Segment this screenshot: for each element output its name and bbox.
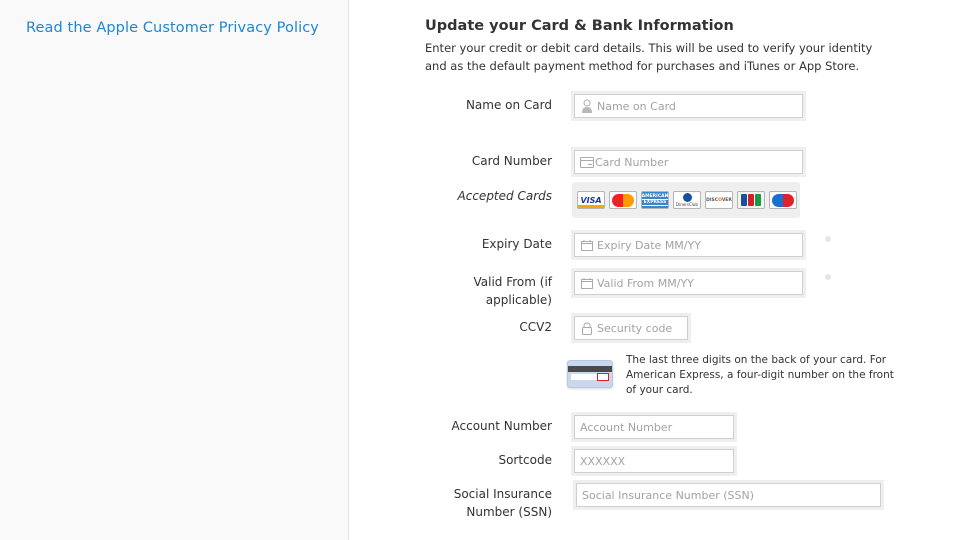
privacy-policy-link[interactable]: Read the Apple Customer Privacy Policy [26,20,319,36]
page-description: Enter your credit or debit card details.… [425,41,873,73]
valid-from-label: Valid From (if applicable) [473,275,552,307]
name-on-card-input[interactable] [597,99,802,113]
valid-from-input[interactable] [597,276,802,290]
diners-club-card-icon: DinersClub [673,191,701,209]
sortcode-label: Sortcode [498,453,552,467]
card-number-input[interactable] [595,155,802,169]
ccv-hint-text: The last three digits on the back of you… [626,354,894,396]
mastercard-card-icon [609,191,637,209]
account-number-label: Account Number [451,419,552,433]
sortcode-field[interactable] [574,449,734,473]
expiry-date-input[interactable] [597,238,802,252]
expiry-date-field[interactable] [574,233,803,257]
calendar-icon [580,238,594,252]
ccv2-label: CCV2 [519,320,552,334]
sidebar: Read the Apple Customer Privacy Policy [0,0,349,540]
ccv2-input[interactable] [597,321,687,335]
discover-card-icon: DISCOVER [705,191,733,209]
accepted-cards-label: Accepted Cards [457,189,552,203]
sortcode-input[interactable] [580,454,733,468]
credit-card-icon [580,155,594,169]
main-content: Update your Card & Bank Information Ente… [350,0,960,540]
account-number-field[interactable] [574,415,734,439]
account-number-input[interactable] [580,420,733,434]
ssn-label: Social Insurance Number (SSN) [453,487,552,519]
valid-from-field[interactable] [574,271,803,295]
card-number-label: Card Number [471,154,552,168]
ssn-field[interactable] [576,483,881,507]
name-on-card-label: Name on Card [465,98,552,112]
expiry-help-dot [825,236,831,242]
ccv2-field[interactable] [574,316,688,340]
card-number-field[interactable] [574,150,803,174]
lock-icon [580,321,594,335]
page-title: Update your Card & Bank Information [425,18,734,34]
person-icon [580,99,594,113]
card-back-cvv-icon [567,360,613,388]
jcb-card-icon [737,191,765,209]
maestro-card-icon [769,191,797,209]
calendar-icon [580,276,594,290]
valid-from-help-dot [825,274,831,280]
visa-card-icon: VISA [577,191,605,209]
name-on-card-field[interactable] [574,94,803,118]
expiry-date-label: Expiry Date [481,237,552,251]
accepted-cards-list: VISA AMERICAN EXPRESS DinersClub DISCOVER [572,182,800,218]
amex-card-icon: AMERICAN EXPRESS [641,191,669,209]
ssn-input[interactable] [582,488,880,502]
